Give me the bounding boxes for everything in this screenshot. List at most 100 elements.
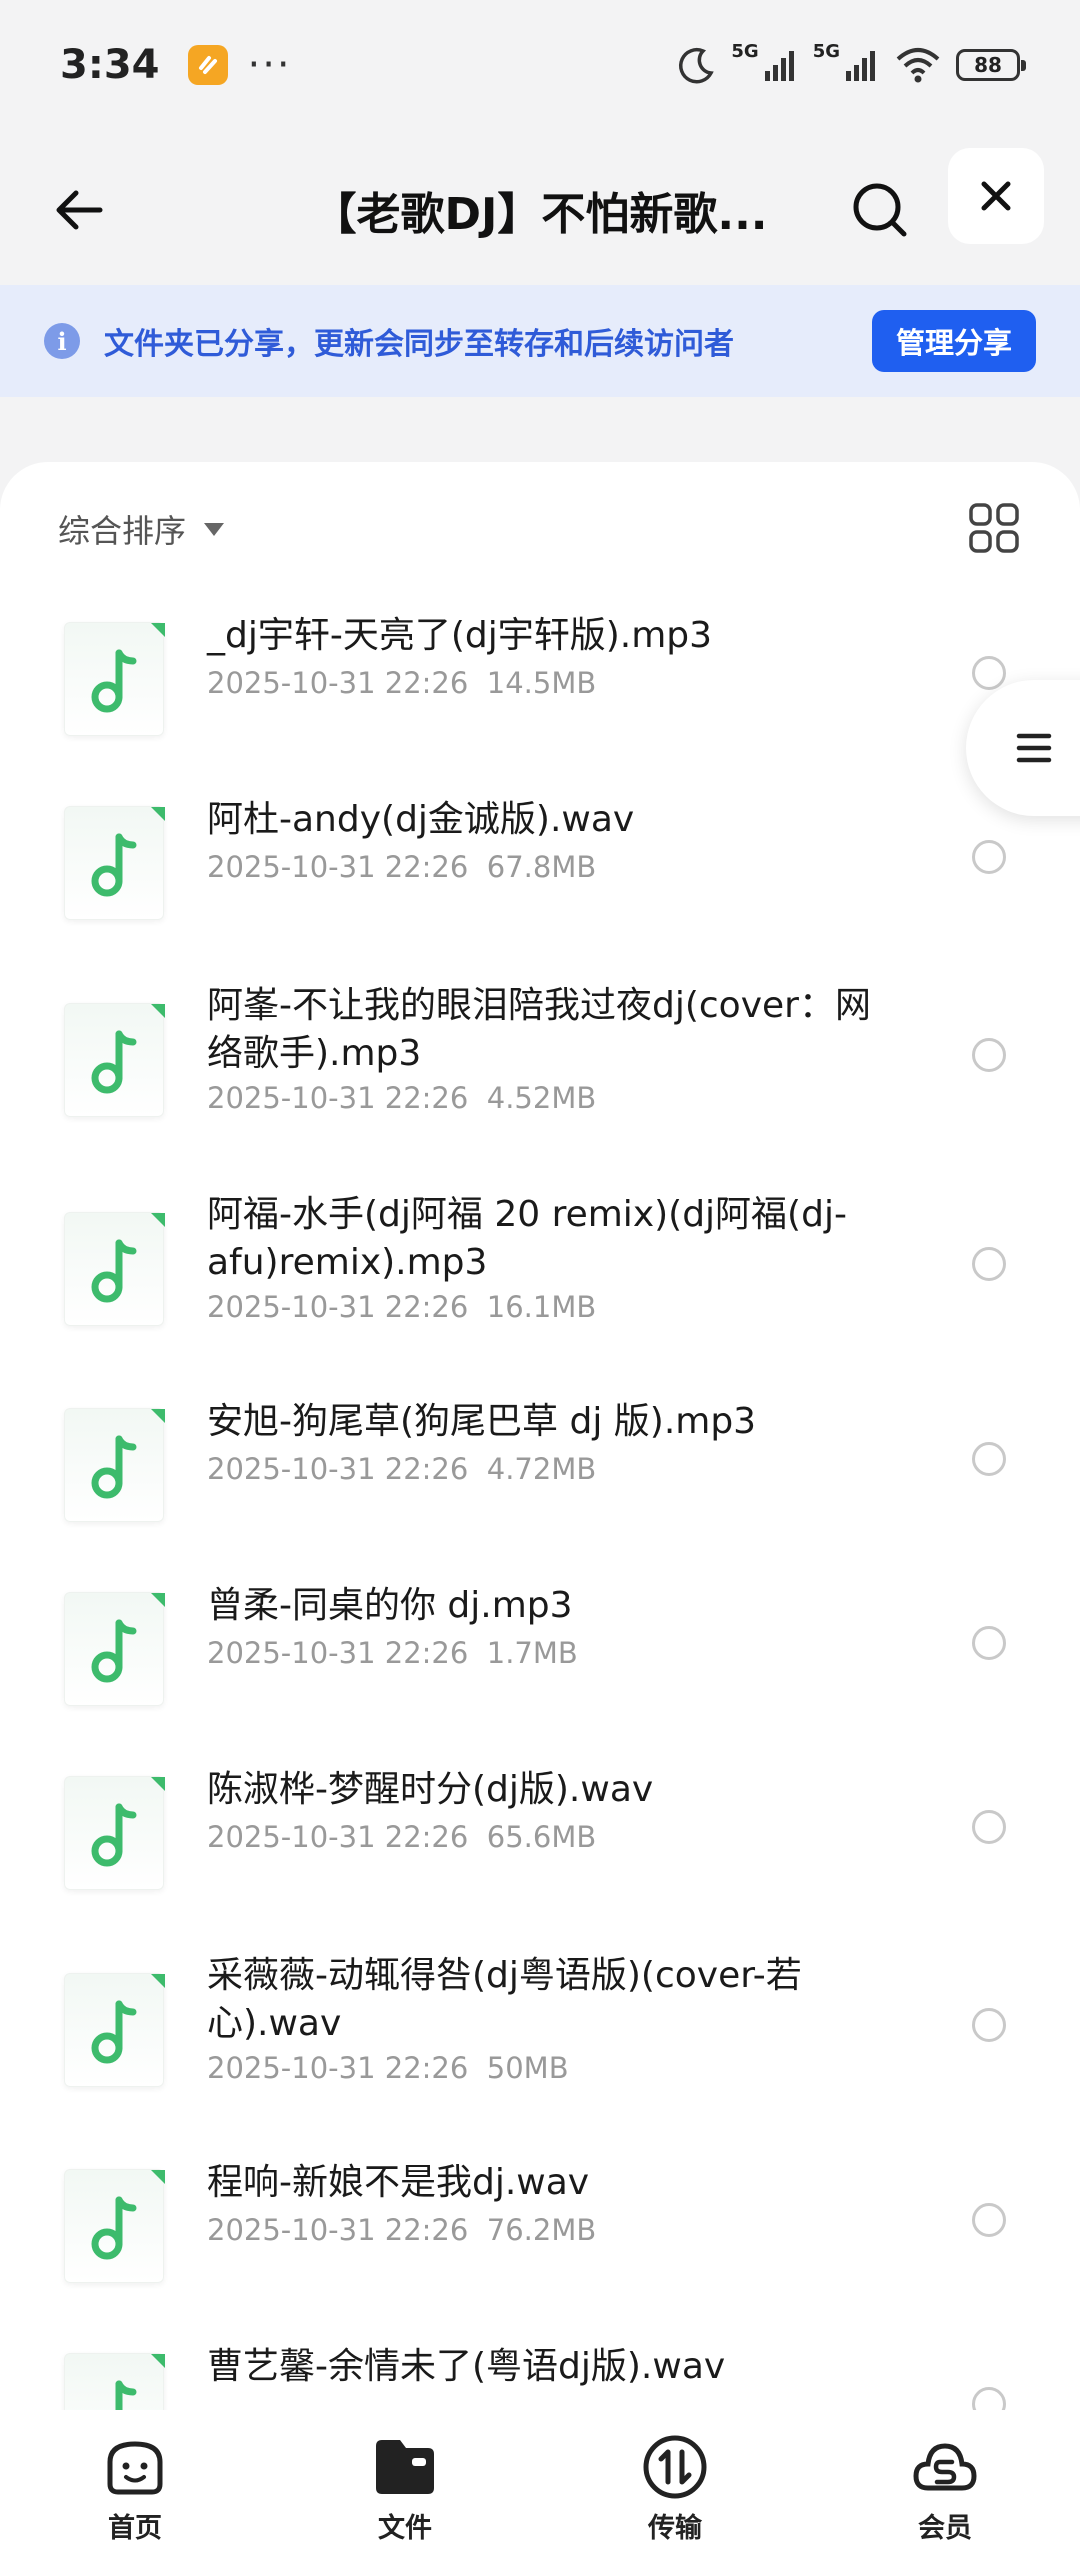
file-size: 4.72MB <box>486 1452 597 1486</box>
select-radio[interactable] <box>972 1038 1006 1072</box>
select-radio[interactable] <box>972 2008 1006 2042</box>
file-name: _dj宇轩-天亮了(dj宇轩版).mp3 <box>207 615 713 656</box>
sort-dropdown[interactable]: 综合排序 <box>58 506 225 552</box>
file-name: 安旭-狗尾草(狗尾巴草 dj 版).mp3 <box>207 1401 757 1442</box>
file-row[interactable]: 程响-新娘不是我dj.wav 2025-10-31 22:26 76.2MB <box>0 2137 1080 2321</box>
nav-files[interactable]: 文件 <box>270 2410 540 2569</box>
close-icon <box>981 181 1011 211</box>
music-file-icon <box>64 1212 165 1326</box>
file-meta: 2025-10-31 22:26 65.6MB <box>207 1820 596 1854</box>
file-name: 陈淑桦-梦醒时分(dj版).wav <box>207 1769 654 1810</box>
select-radio[interactable] <box>972 656 1006 690</box>
page-title: 【老歌DJ】不怕新歌... <box>312 189 768 240</box>
file-row[interactable]: 阿峯-不让我的眼泪陪我过夜dj(cover：网络歌手).mp3 2025-10-3… <box>0 958 1080 1167</box>
file-date: 2025-10-31 22:26 <box>207 1636 469 1670</box>
file-date: 2025-10-31 22:26 <box>207 1452 469 1486</box>
file-date: 2025-10-31 22:26 <box>207 666 469 700</box>
grid-view-icon <box>969 503 1019 553</box>
select-radio[interactable] <box>972 2203 1006 2237</box>
file-size: 67.8MB <box>486 850 597 884</box>
share-banner-text: 文件夹已分享，更新会同步至转存和后续访问者 <box>104 327 734 362</box>
search-button[interactable] <box>840 170 920 250</box>
music-file-icon <box>64 1003 165 1117</box>
status-bar: 3:34 ··· 5G 5G 88 <box>0 0 1080 130</box>
search-icon <box>853 183 907 237</box>
close-button[interactable] <box>948 148 1044 244</box>
file-meta: 2025-10-31 22:26 14.5MB <box>207 666 596 700</box>
file-date: 2025-10-31 22:26 <box>207 850 469 884</box>
file-name: 阿杜-andy(dj金诚版).wav <box>207 799 635 840</box>
nav-home[interactable]: 首页 <box>0 2410 270 2569</box>
select-radio[interactable] <box>972 1442 1006 1476</box>
grid-view-button[interactable] <box>968 502 1020 554</box>
file-name: 阿峯-不让我的眼泪陪我过夜dj(cover：网络歌手).mp3 <box>207 985 871 1074</box>
top-app-bar: 【老歌DJ】不怕新歌... <box>0 140 1080 280</box>
status-time: 3:34 <box>60 42 160 88</box>
file-size: 65.6MB <box>486 1820 597 1854</box>
nav-vip[interactable]: 会员 <box>810 2410 1080 2569</box>
vip-icon <box>913 2443 977 2491</box>
select-radio[interactable] <box>972 1810 1006 1844</box>
back-button[interactable] <box>40 170 120 250</box>
sort-label: 综合排序 <box>58 512 187 550</box>
select-radio[interactable] <box>972 840 1006 874</box>
file-row[interactable]: 陈淑桦-梦醒时分(dj版).wav 2025-10-31 22:26 65.6MB <box>0 1744 1080 1928</box>
battery-indicator: 88 <box>956 49 1026 81</box>
file-row[interactable]: 安旭-狗尾草(狗尾巴草 dj 版).mp3 2025-10-31 22:26 4.… <box>0 1376 1080 1560</box>
file-meta: 2025-10-31 22:26 4.72MB <box>207 1452 596 1486</box>
file-name: 曾柔-同桌的你 dj.mp3 <box>207 1585 573 1626</box>
music-file-icon <box>64 806 165 920</box>
home-face-icon <box>107 2441 163 2495</box>
file-name: 程响-新娘不是我dj.wav <box>207 2162 590 2203</box>
file-meta: 2025-10-31 22:26 67.8MB <box>207 850 596 884</box>
caret-down-icon <box>204 522 225 536</box>
music-file-icon <box>64 2169 165 2283</box>
network-5g-label: 5G <box>731 40 759 62</box>
wifi-icon <box>896 48 940 83</box>
file-list: _dj宇轩-天亮了(dj宇轩版).mp3 2025-10-31 22:26 14.… <box>0 590 1080 2422</box>
file-row[interactable]: 曹艺馨-余情未了(粤语dj版).wav <box>0 2321 1080 2422</box>
file-date: 2025-10-31 22:26 <box>207 1820 469 1854</box>
file-name: 曹艺馨-余情未了(粤语dj版).wav <box>207 2346 726 2387</box>
file-row[interactable]: _dj宇轩-天亮了(dj宇轩版).mp3 2025-10-31 22:26 14.… <box>0 590 1080 774</box>
file-size: 14.5MB <box>486 666 597 700</box>
file-row[interactable]: 阿杜-andy(dj金诚版).wav 2025-10-31 22:26 67.8M… <box>0 774 1080 958</box>
music-file-icon <box>64 1776 165 1890</box>
file-name: 采薇薇-动辄得咎(dj粤语版)(cover-若心).wav <box>207 1955 802 2044</box>
file-size: 16.1MB <box>486 1290 597 1324</box>
file-row[interactable]: 曾柔-同桌的你 dj.mp3 2025-10-31 22:26 1.7MB <box>0 1560 1080 1744</box>
folder-icon <box>376 2440 434 2494</box>
status-icons: 5G 5G 88 <box>677 41 1026 85</box>
bottom-navigation: 首页 文件 传输 会员 <box>0 2410 1080 2569</box>
file-meta: 2025-10-31 22:26 76.2MB <box>207 2213 596 2247</box>
music-file-icon <box>64 622 165 736</box>
menu-lines-icon <box>1016 733 1052 763</box>
file-row[interactable]: 阿福-水手(dj阿福 20 remix)(dj阿福(dj-afu)remix).… <box>0 1167 1080 1376</box>
file-size: 1.7MB <box>486 1636 578 1670</box>
more-notifications-icon: ··· <box>247 42 292 88</box>
file-size: 50MB <box>486 2051 569 2085</box>
manage-share-button[interactable]: 管理分享 <box>871 310 1036 372</box>
file-row[interactable]: 采薇薇-动辄得咎(dj粤语版)(cover-若心).wav 2025-10-31 … <box>0 1928 1080 2137</box>
select-radio[interactable] <box>972 1626 1006 1660</box>
moon-icon <box>679 47 715 84</box>
app-notification-icon <box>187 45 228 85</box>
file-size: 4.52MB <box>486 1081 597 1115</box>
music-file-icon <box>64 1408 165 1522</box>
signal-icon <box>764 51 794 81</box>
file-date: 2025-10-31 22:26 <box>207 2051 469 2085</box>
file-date: 2025-10-31 22:26 <box>207 1290 469 1324</box>
info-icon: i <box>44 323 80 359</box>
select-radio[interactable] <box>972 1247 1006 1281</box>
music-file-icon <box>64 1973 165 2087</box>
share-banner: i 文件夹已分享，更新会同步至转存和后续访问者 管理分享 <box>0 285 1080 397</box>
file-meta: 2025-10-31 22:26 4.52MB <box>207 1081 596 1115</box>
music-file-icon <box>64 1592 165 1706</box>
nav-home-label: 首页 <box>108 2513 162 2544</box>
network-5g-label-2: 5G <box>812 40 840 62</box>
file-meta: 2025-10-31 22:26 50MB <box>207 2051 569 2085</box>
file-meta: 2025-10-31 22:26 1.7MB <box>207 1636 578 1670</box>
file-meta: 2025-10-31 22:26 16.1MB <box>207 1290 596 1324</box>
nav-transfer[interactable]: 传输 <box>540 2410 810 2569</box>
file-date: 2025-10-31 22:26 <box>207 1081 469 1115</box>
